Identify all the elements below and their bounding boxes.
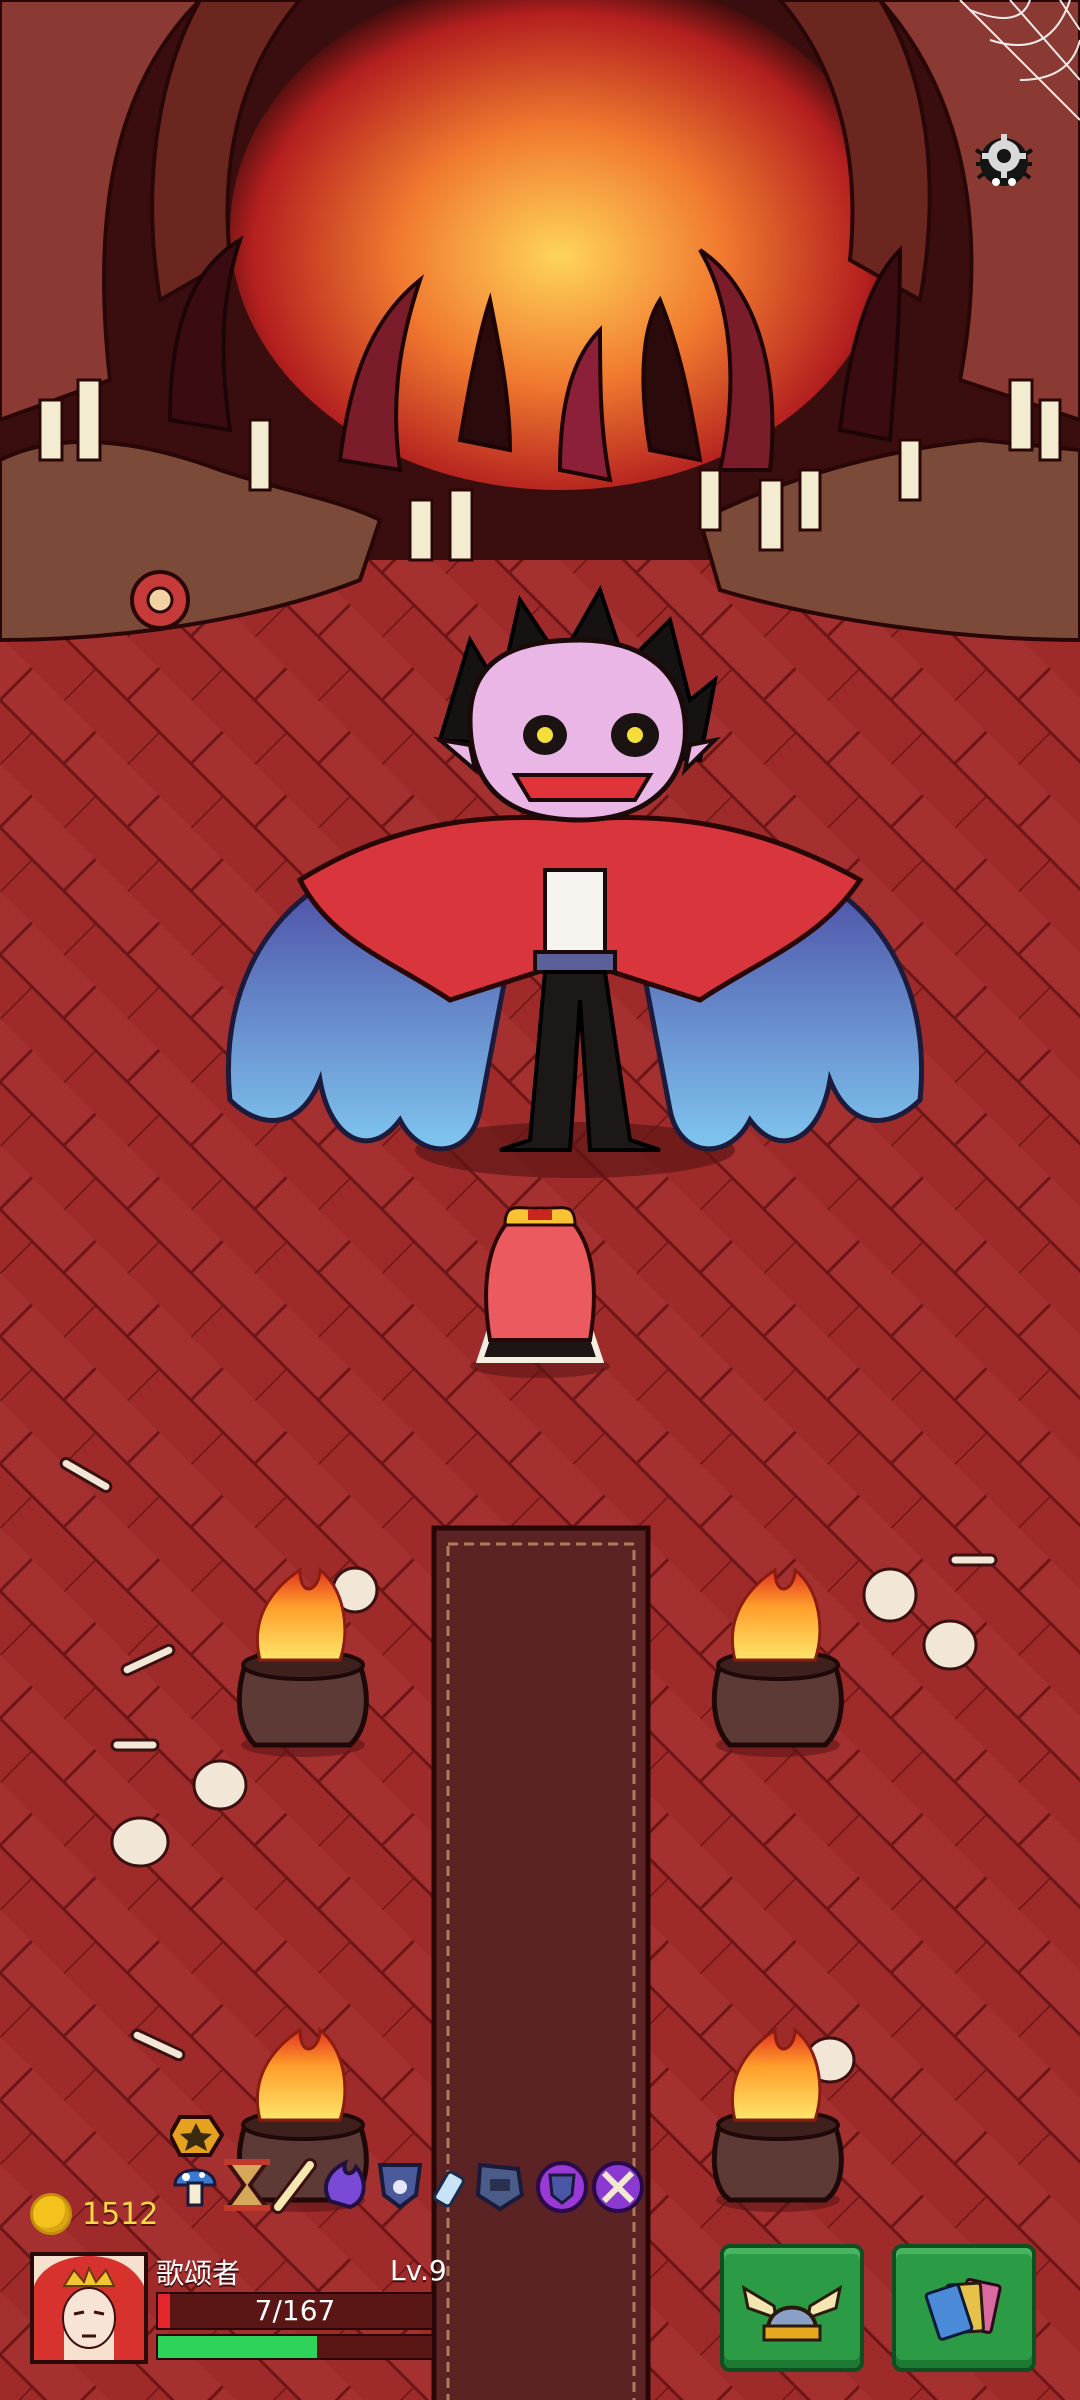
hp-bar: 7/167 [156,2292,434,2330]
bone-icon[interactable] [271,2158,317,2214]
crystal-vial-icon[interactable] [433,2170,465,2208]
equipped-items-bar [170,2115,644,2214]
paw-shield-icon[interactable] [377,2163,423,2210]
cards-icon [924,2278,1002,2341]
hero-portrait[interactable] [30,2252,148,2364]
hero-level: Lv.9 [390,2254,447,2287]
purple-gear-shield-icon[interactable] [536,2161,588,2213]
purple-flame-icon[interactable] [324,2159,366,2210]
game-scene [0,0,1080,2400]
hero-name: 歌颂者 [156,2257,241,2290]
cave-backdrop [0,0,1080,643]
hp-text: 7/167 [254,2294,336,2327]
settings-gear-icon[interactable] [968,120,1040,200]
hero-portrait-image [34,2256,144,2360]
xp-bar-fill [158,2336,317,2358]
gold-coin-icon [30,2193,72,2235]
red-carpet [431,1525,651,2400]
gold-counter: 1512 [30,2190,158,2238]
mushroom-icon[interactable] [173,2168,217,2207]
winged-helmet-icon [741,2284,843,2342]
crossed-weapons-icon[interactable] [592,2161,644,2213]
hourglass-icon[interactable] [224,2159,270,2211]
xp-bar [156,2334,434,2360]
star-badge-icon[interactable] [170,2115,225,2157]
cards-button[interactable] [892,2244,1036,2372]
pentagon-shield-icon[interactable] [475,2162,525,2212]
equipment-button[interactable] [720,2244,864,2372]
gold-amount: 1512 [82,2196,159,2232]
